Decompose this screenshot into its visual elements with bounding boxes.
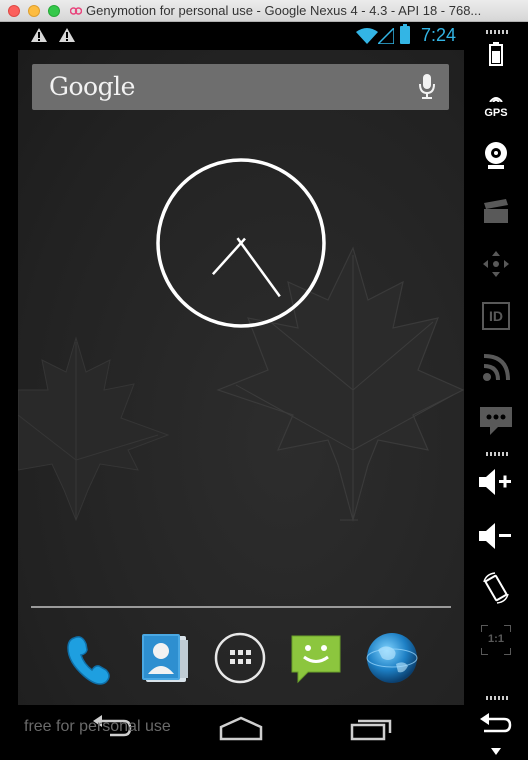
webcam-widget-button[interactable]: [464, 136, 528, 176]
clock-minute-hand: [236, 237, 281, 298]
analog-clock-widget[interactable]: [155, 157, 327, 329]
back-icon: [480, 713, 512, 733]
remote-control-button[interactable]: [464, 244, 528, 284]
volume-down-button[interactable]: [464, 516, 528, 556]
battery-status-icon: [400, 24, 410, 44]
video-capture-button[interactable]: [464, 192, 528, 232]
phone-icon[interactable]: [60, 630, 116, 686]
mic-icon[interactable]: [419, 74, 435, 100]
device-id-label: ID: [489, 308, 503, 324]
contacts-icon[interactable]: [136, 630, 192, 686]
warning-notification-icon[interactable]: [58, 27, 76, 43]
back-button[interactable]: [464, 704, 528, 744]
network-icon: [483, 354, 510, 381]
google-search-bar[interactable]: Google: [32, 64, 449, 110]
toolbar-grip: [486, 452, 508, 456]
app-dock: [18, 622, 464, 698]
dock-divider: [31, 606, 451, 608]
video-capture-icon: [484, 199, 508, 223]
volume-up-icon: [479, 469, 511, 495]
genymotion-logo-icon: [70, 6, 82, 15]
status-time: 7:24: [420, 25, 456, 45]
pixel-perfect-button[interactable]: 1:1: [464, 620, 528, 660]
gps-widget-button[interactable]: GPS: [464, 84, 528, 124]
google-logo: Google: [49, 72, 135, 101]
maximize-window-button[interactable]: [48, 4, 60, 17]
genymotion-toolbar: GPS ID 1:1: [464, 22, 528, 760]
window-titlebar: Genymotion for personal use - Google Nex…: [0, 0, 528, 22]
volume-down-icon: [479, 523, 511, 549]
device-id-icon: ID: [482, 302, 510, 330]
battery-icon: [489, 42, 503, 66]
android-nav-bar: free for personal use: [18, 705, 464, 760]
battery-widget-button[interactable]: [464, 34, 528, 74]
sms-icon: [480, 407, 512, 435]
rotate-icon: [483, 572, 509, 604]
toolbar-grip: [486, 696, 508, 700]
pixel-perfect-label: 1:1: [488, 633, 504, 645]
gps-label: GPS: [484, 107, 508, 119]
warning-notification-icon[interactable]: [30, 27, 48, 43]
toolbar-more-arrow-icon[interactable]: [491, 748, 501, 756]
close-window-button[interactable]: [8, 4, 20, 17]
pixel-perfect-icon: 1:1: [481, 625, 511, 655]
messaging-icon[interactable]: [288, 630, 344, 686]
wifi-icon: [356, 28, 378, 44]
gps-icon: GPS: [484, 89, 508, 119]
device-id-button[interactable]: ID: [464, 296, 528, 336]
minimize-window-button[interactable]: [28, 4, 40, 17]
rotate-button[interactable]: [464, 568, 528, 608]
window-title: Genymotion for personal use - Google Nex…: [86, 3, 482, 18]
remote-control-icon: [483, 251, 509, 277]
personal-use-watermark: free for personal use: [24, 718, 171, 735]
all-apps-icon[interactable]: [212, 630, 268, 686]
network-button[interactable]: [464, 348, 528, 388]
window-controls: [8, 4, 60, 17]
webcam-icon: [485, 142, 507, 169]
android-screen: 7:24 Google free for personal use: [18, 22, 464, 760]
home-icon[interactable]: [218, 715, 264, 741]
recent-apps-icon[interactable]: [350, 715, 394, 741]
sms-button[interactable]: [464, 400, 528, 440]
genymotion-window: Genymotion for personal use - Google Nex…: [0, 0, 528, 760]
browser-globe-icon[interactable]: [364, 630, 420, 686]
volume-up-button[interactable]: [464, 462, 528, 502]
android-status-bar: 7:24: [18, 22, 464, 50]
signal-icon: [378, 28, 394, 44]
